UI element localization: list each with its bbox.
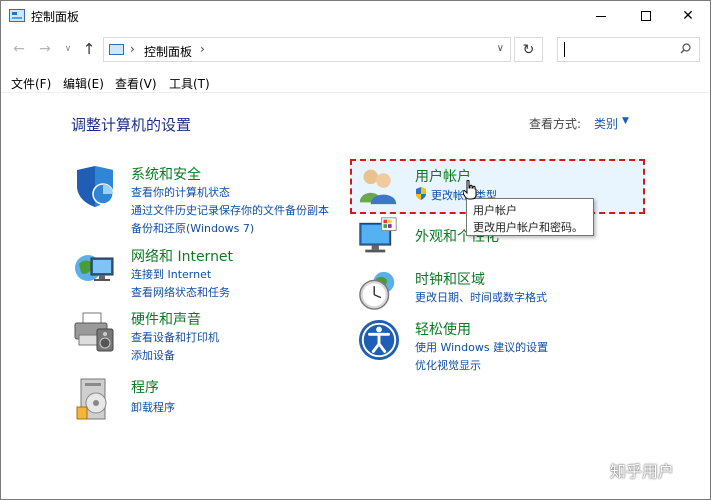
main-content: 调整计算机的设置 查看方式: 类别 ▼ 系统和安全 查看你的计算机状态 通过文件… <box>1 94 710 499</box>
category-system-security: 系统和安全 查看你的计算机状态 通过文件历史记录保存你的文件备份副本 备份和还原… <box>73 164 353 236</box>
watermark: 知乎用户 <box>610 462 675 481</box>
address-bar[interactable]: › 控制面板 › ∨ <box>103 37 511 62</box>
link-network-status[interactable]: 查看网络状态和任务 <box>131 284 230 300</box>
menu-view[interactable]: 查看(V) <box>115 75 157 92</box>
category-network-internet: 网络和 Internet 连接到 Internet 查看网络状态和任务 <box>73 246 323 301</box>
link-devices-printers[interactable]: 查看设备和打印机 <box>131 329 219 345</box>
control-panel-icon <box>9 9 25 22</box>
breadcrumb-separator[interactable]: › <box>200 42 205 56</box>
close-button[interactable]: ✕ <box>665 1 711 31</box>
link-view-computer-status[interactable]: 查看你的计算机状态 <box>131 184 230 200</box>
category-clock-region: 时钟和区域 更改日期、时间或数字格式 <box>358 269 638 314</box>
title-bar: 控制面板 ✕ <box>1 1 710 31</box>
tooltip-description: 更改用户帐户和密码。 <box>473 221 583 234</box>
category-title-network-internet[interactable]: 网络和 Internet <box>131 246 233 266</box>
menu-file[interactable]: 文件(F) <box>11 75 51 92</box>
view-by-arrow-icon[interactable]: ▼ <box>622 116 629 126</box>
ease-of-access-icon[interactable] <box>358 319 400 361</box>
window-title: 控制面板 <box>31 10 80 24</box>
page-heading: 调整计算机的设置 <box>71 116 192 134</box>
close-icon: ✕ <box>682 8 694 24</box>
category-hardware-sound: 硬件和声音 查看设备和打印机 添加设备 <box>73 309 323 364</box>
refresh-icon: ↻ <box>522 41 535 58</box>
maximize-icon <box>641 11 651 21</box>
tooltip-title: 用户帐户 <box>473 204 517 217</box>
category-title-ease-of-access[interactable]: 轻松使用 <box>415 319 471 339</box>
search-input[interactable] <box>564 41 674 58</box>
link-uninstall-program[interactable]: 卸载程序 <box>131 399 175 415</box>
link-optimize-visual-display[interactable]: 优化视觉显示 <box>415 357 481 373</box>
printer-icon[interactable] <box>73 309 117 353</box>
category-programs: 程序 卸载程序 <box>73 377 323 422</box>
forward-button[interactable]: → <box>35 39 55 59</box>
menu-edit[interactable]: 编辑(E) <box>63 75 104 92</box>
search-icon[interactable] <box>680 43 691 54</box>
category-title-hardware-sound[interactable]: 硬件和声音 <box>131 309 201 329</box>
shield-icon[interactable] <box>73 164 117 208</box>
menu-bar: 文件(F) 编辑(E) 查看(V) 工具(T) <box>1 71 710 93</box>
recent-locations-button[interactable]: ∨ <box>58 39 78 59</box>
maximize-button[interactable] <box>623 1 669 31</box>
view-by-dropdown[interactable]: 类别 <box>594 115 618 132</box>
control-panel-small-icon <box>109 44 124 55</box>
link-connect-internet[interactable]: 连接到 Internet <box>131 266 211 282</box>
category-ease-of-access: 轻松使用 使用 Windows 建议的设置 优化视觉显示 <box>358 319 638 374</box>
uac-shield-icon <box>416 187 426 200</box>
clock-globe-icon[interactable] <box>358 269 400 311</box>
back-button[interactable]: ← <box>9 39 29 59</box>
up-arrow-icon: ↑ <box>82 40 96 58</box>
users-icon[interactable] <box>358 166 398 206</box>
category-title-programs[interactable]: 程序 <box>131 377 159 397</box>
category-title-system-security[interactable]: 系统和安全 <box>131 164 201 184</box>
breadcrumb-separator[interactable]: › <box>130 42 135 56</box>
address-dropdown-icon[interactable]: ∨ <box>497 43 504 54</box>
view-by-label: 查看方式: <box>529 117 582 131</box>
chevron-down-icon: ∨ <box>64 44 72 54</box>
breadcrumb-control-panel[interactable]: 控制面板 <box>144 43 192 60</box>
tooltip: 用户帐户 更改用户帐户和密码。 <box>466 198 594 236</box>
link-add-device[interactable]: 添加设备 <box>131 347 175 363</box>
link-windows-recommended-settings[interactable]: 使用 Windows 建议的设置 <box>415 339 548 355</box>
programs-icon[interactable] <box>73 377 117 421</box>
hand-cursor-icon <box>463 180 477 200</box>
minimize-icon <box>596 15 606 17</box>
personalization-monitor-icon[interactable] <box>358 216 398 256</box>
menu-tools[interactable]: 工具(T) <box>169 75 210 92</box>
back-arrow-icon: ← <box>13 41 25 57</box>
network-globe-icon[interactable] <box>73 246 117 290</box>
search-box[interactable] <box>557 37 700 62</box>
link-change-date-time-format[interactable]: 更改日期、时间或数字格式 <box>415 289 547 305</box>
link-backup-restore[interactable]: 备份和还原(Windows 7) <box>131 220 254 236</box>
control-panel-window: 控制面板 ✕ ← → ∨ ↑ › 控制面板 › ∨ ↻ 文件(F) 编辑(E) … <box>0 0 711 500</box>
navigation-bar: ← → ∨ ↑ › 控制面板 › ∨ ↻ <box>1 33 710 67</box>
up-button[interactable]: ↑ <box>79 39 99 59</box>
link-file-history[interactable]: 通过文件历史记录保存你的文件备份副本 <box>131 202 329 218</box>
refresh-button[interactable]: ↻ <box>514 37 543 62</box>
minimize-button[interactable] <box>578 1 624 31</box>
forward-arrow-icon: → <box>39 41 51 57</box>
category-title-clock-region[interactable]: 时钟和区域 <box>415 269 485 289</box>
